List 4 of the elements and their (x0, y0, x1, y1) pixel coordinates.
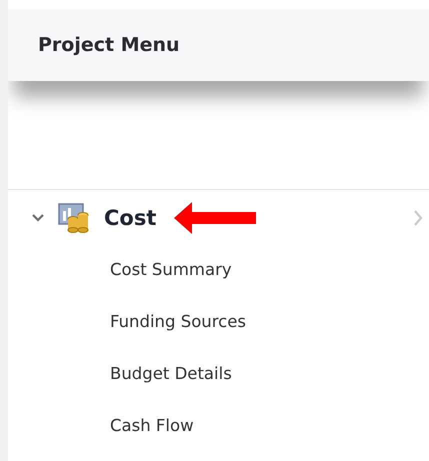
chevron-right-icon (413, 210, 423, 226)
chevron-icon (32, 214, 44, 222)
chart-coins-icon (58, 203, 90, 233)
menu-title: Project Menu (38, 34, 180, 56)
